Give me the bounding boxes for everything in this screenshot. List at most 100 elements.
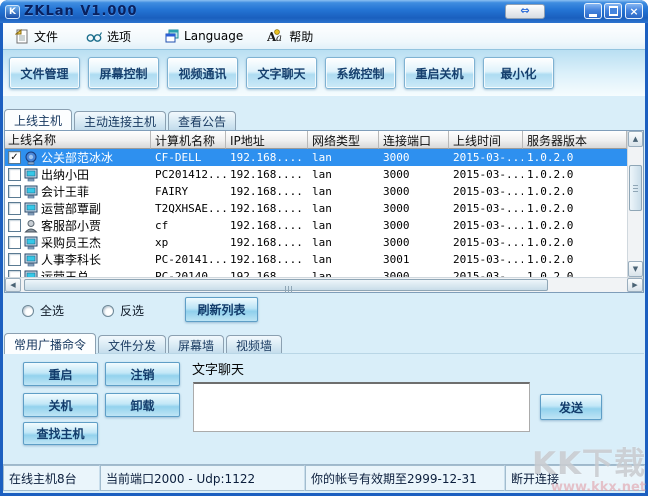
host-version: 1.0.2.0 <box>523 202 627 215</box>
host-name: 会计王菲 <box>41 183 89 200</box>
toolbar-screen-control-button[interactable]: 屏幕控制 <box>88 57 159 89</box>
host-time: 2015-03-... <box>449 236 523 249</box>
host-port: 3000 <box>379 185 449 198</box>
table-row[interactable]: 采购员王杰 xp 192.168.... lan 3000 2015-03-..… <box>5 234 627 251</box>
horizontal-scrollbar[interactable]: ◀ ▶ <box>5 277 643 292</box>
col-connect-port[interactable]: 连接端口 <box>379 131 449 149</box>
row-checkbox[interactable] <box>8 219 21 232</box>
col-online-name[interactable]: 上线名称 <box>5 131 151 149</box>
scroll-up-icon[interactable]: ▲ <box>628 131 643 147</box>
host-time: 2015-03-... <box>449 202 523 215</box>
host-time: 2015-03-... <box>449 219 523 232</box>
host-name: 运营部覃副 <box>41 200 101 217</box>
tab-screen-wall[interactable]: 屏幕墙 <box>168 335 224 354</box>
host-port: 3000 <box>379 202 449 215</box>
toolbar-minimize-button[interactable]: 最小化 <box>483 57 554 89</box>
col-online-time[interactable]: 上线时间 <box>449 131 523 149</box>
double-arrow-button[interactable]: ⇔ <box>505 4 545 19</box>
table-rows: ✓ 公关部范冰冰 CF-DELL 192.168.... lan 3000 20… <box>5 149 627 277</box>
row-checkbox[interactable]: ✓ <box>8 151 21 164</box>
table-row[interactable]: 运营部覃副 T2QXHSAE... 192.168.... lan 3000 2… <box>5 200 627 217</box>
row-checkbox[interactable] <box>8 270 21 277</box>
radio-icon[interactable] <box>102 305 114 317</box>
toolbar: 文件管理 屏幕控制 视频通讯 文字聊天 系统控制 重启关机 最小化 <box>3 49 645 96</box>
menu-options[interactable]: 选项 <box>82 25 135 47</box>
host-computer: PC-20140 <box>151 270 226 277</box>
menubar: 文件 选项 Language A a <box>3 23 645 49</box>
toolbar-text-chat-button[interactable]: 文字聊天 <box>246 57 317 89</box>
menu-language[interactable]: Language <box>161 25 247 47</box>
window-title: ZKLan V1.000 <box>24 4 138 19</box>
tab-online-hosts[interactable]: 上线主机 <box>4 109 72 130</box>
host-ip: 192.168.... <box>226 151 308 164</box>
toolbar-system-control-button[interactable]: 系统控制 <box>325 57 396 89</box>
command-tabs: 常用广播命令 文件分发 屏幕墙 视频墙 <box>4 333 282 354</box>
new-file-icon <box>15 29 29 44</box>
host-net-type: lan <box>308 168 379 181</box>
radio-icon[interactable] <box>22 305 34 317</box>
toolbar-restart-shutdown-button[interactable]: 重启关机 <box>404 57 475 89</box>
table-row[interactable]: 人事李科长 PC-20141... 192.168.... lan 3001 2… <box>5 251 627 268</box>
logout-button[interactable]: 注销 <box>105 362 180 386</box>
menu-file-label: 文件 <box>34 28 58 45</box>
radio-select-all[interactable]: 全选 <box>22 302 64 319</box>
host-time: 2015-03-... <box>449 185 523 198</box>
host-time: 2015-03-... <box>449 253 523 266</box>
restore-button[interactable] <box>604 3 622 19</box>
vertical-scrollbar[interactable]: ▲ ▼ <box>627 131 643 277</box>
table-row[interactable]: ✓ 公关部范冰冰 CF-DELL 192.168.... lan 3000 20… <box>5 149 627 166</box>
col-network-type[interactable]: 网络类型 <box>308 131 379 149</box>
vertical-scrollbar-thumb[interactable] <box>629 165 642 211</box>
row-checkbox[interactable] <box>8 185 21 198</box>
scroll-down-icon[interactable]: ▼ <box>628 261 643 277</box>
row-checkbox[interactable] <box>8 202 21 215</box>
scroll-left-icon[interactable]: ◀ <box>5 278 21 292</box>
tab-video-wall[interactable]: 视频墙 <box>226 335 282 354</box>
refresh-list-button[interactable]: 刷新列表 <box>185 297 258 322</box>
host-time: 2015-03- <box>449 270 523 277</box>
toolbar-file-manage-button[interactable]: 文件管理 <box>9 57 80 89</box>
send-button[interactable]: 发送 <box>540 394 602 420</box>
row-checkbox[interactable] <box>8 253 21 266</box>
restart-button[interactable]: 重启 <box>23 362 98 386</box>
host-computer: T2QXHSAE... <box>151 202 226 215</box>
row-checkbox[interactable] <box>8 236 21 249</box>
host-ip: 192.168.... <box>226 202 308 215</box>
table-row[interactable]: 运营王总 PC-20140 192.168 lan 3000 2015-03- … <box>5 268 627 277</box>
uninstall-button[interactable]: 卸载 <box>105 393 180 417</box>
host-port: 3000 <box>379 219 449 232</box>
col-server-version[interactable]: 服务器版本 <box>523 131 627 149</box>
host-version: 1.0.2.0 <box>523 236 627 249</box>
host-version: 1.0.2.0 <box>523 151 627 164</box>
menu-help[interactable]: A a 帮助 <box>263 25 317 47</box>
row-checkbox[interactable] <box>8 168 21 181</box>
shutdown-button[interactable]: 关机 <box>23 393 98 417</box>
tab-file-distribution[interactable]: 文件分发 <box>98 335 166 354</box>
host-computer: PC201412... <box>151 168 226 181</box>
chat-input[interactable] <box>193 382 530 432</box>
host-computer: xp <box>151 236 226 249</box>
tab-broadcast-commands[interactable]: 常用广播命令 <box>4 333 96 354</box>
menu-file[interactable]: 文件 <box>11 25 62 47</box>
scroll-right-icon[interactable]: ▶ <box>627 278 643 292</box>
toolbar-video-comm-button[interactable]: 视频通讯 <box>167 57 238 89</box>
col-computer-name[interactable]: 计算机名称 <box>151 131 226 149</box>
host-computer: FAIRY <box>151 185 226 198</box>
host-port: 3000 <box>379 270 449 277</box>
close-button[interactable]: × <box>625 3 643 19</box>
find-host-button[interactable]: 查找主机 <box>23 422 98 445</box>
horizontal-scrollbar-thumb[interactable] <box>24 279 548 291</box>
tab-view-announcement[interactable]: 查看公告 <box>168 111 236 130</box>
table-row[interactable]: 客服部小贾 cf 192.168.... lan 3000 2015-03-..… <box>5 217 627 234</box>
radio-invert-selection[interactable]: 反选 <box>102 302 144 319</box>
app-icon: K <box>5 5 20 19</box>
host-computer: CF-DELL <box>151 151 226 164</box>
table-row[interactable]: 出纳小田 PC201412... 192.168.... lan 3000 20… <box>5 166 627 183</box>
tab-active-connect-hosts[interactable]: 主动连接主机 <box>74 111 166 130</box>
col-ip-address[interactable]: IP地址 <box>226 131 308 149</box>
table-row[interactable]: 会计王菲 FAIRY 192.168.... lan 3000 2015-03-… <box>5 183 627 200</box>
glasses-icon <box>86 30 102 43</box>
person-icon <box>23 219 39 233</box>
host-version: 1.0.2.0 <box>523 253 627 266</box>
minimize-button[interactable] <box>584 3 602 19</box>
